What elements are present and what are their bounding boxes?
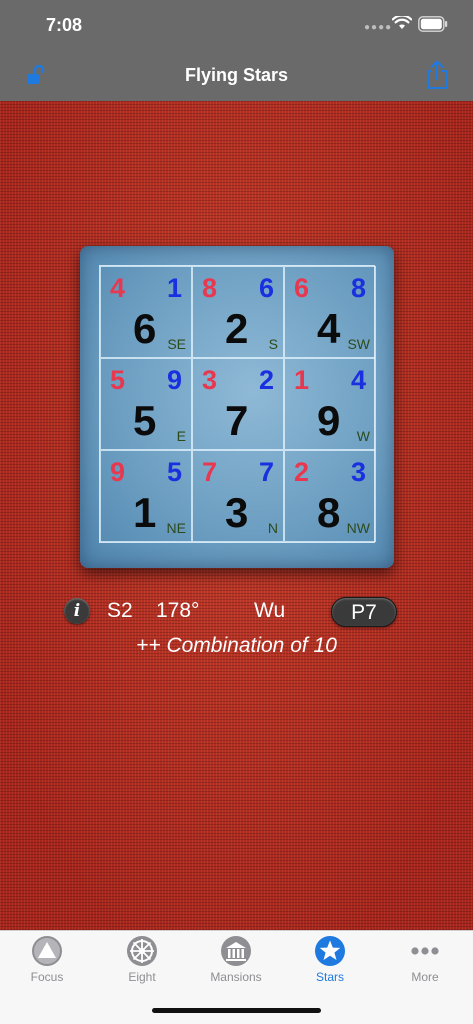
water-star: 7 [258,457,274,487]
mountain-star: 2 [294,457,310,487]
tab-label: Stars [315,970,344,984]
palace-w[interactable]: 1 4 9 W [284,358,376,450]
degree-label: 178° [156,599,200,622]
tab-eight[interactable]: Eight [95,931,189,991]
water-star: 8 [350,273,366,303]
status-time: 7:08 [46,15,83,35]
mountain-star: 7 [202,457,218,487]
tab-label: More [411,970,439,984]
flying-stars-chart: 4 1 6 SE 8 6 2 S 6 8 4 SW 5 9 5 E 3 2 7 [80,246,394,568]
period-button[interactable]: P7 [331,597,397,627]
water-star: 5 [166,457,182,487]
water-star: 1 [166,273,182,303]
period-star: 1 [133,489,157,536]
water-star: 4 [350,365,366,395]
mountain-name-label: Wu [254,599,286,622]
palace-se[interactable]: 4 1 6 SE [100,266,192,358]
mountain-star: 1 [294,365,310,395]
water-star: 3 [350,457,366,487]
water-star: 9 [166,365,182,395]
period-star: 6 [133,305,157,352]
tab-label: Focus [30,970,64,984]
palace-nw[interactable]: 2 3 8 NW [284,450,376,542]
mountain-star: 9 [110,457,126,487]
tab-mansions[interactable]: Mansions [189,931,283,991]
palace-e[interactable]: 5 9 5 E [100,358,192,450]
wifi-icon [392,16,412,29]
page-title: Flying Stars [184,65,289,85]
tab-label: Mansions [210,970,262,984]
period-star: 5 [133,397,157,444]
focus-icon [32,936,62,966]
palace-center[interactable]: 3 2 7 [192,358,284,450]
direction-label: S [268,336,278,352]
combination-text: ++ Combination of 10 [136,634,337,657]
direction-label: W [356,428,370,444]
direction-label: NE [166,520,186,536]
mountain-star: 5 [110,365,126,395]
tab-more[interactable]: More [378,931,472,991]
mountain-star: 8 [202,273,218,303]
period-star: 7 [225,397,249,444]
palace-ne[interactable]: 9 5 1 NE [100,450,192,542]
period-star: 3 [225,489,249,536]
period-star: 9 [317,397,341,444]
star-grid: 4 1 6 SE 8 6 2 S 6 8 4 SW 5 9 5 E 3 2 7 [99,265,376,543]
palace-sw[interactable]: 6 8 4 SW [284,266,376,358]
info-icon[interactable]: i [64,598,90,624]
direction-label: SE [167,336,186,352]
home-indicator [152,1008,321,1013]
palace-n[interactable]: 7 7 3 N [192,450,284,542]
water-star: 6 [258,273,274,303]
eight-icon [127,936,157,966]
mountain-star: 3 [202,365,218,395]
battery-icon [418,16,448,32]
direction-label: SW [347,336,370,352]
period-star: 8 [317,489,341,536]
period-star: 2 [225,305,249,352]
navigation-bar: 7:08 ●●●● Flying Stars [0,0,473,101]
tab-label: Eight [128,970,156,984]
tab-focus[interactable]: Focus [0,931,94,991]
direction-label: N [267,520,278,536]
period-star: 4 [317,305,341,352]
mountain-star: 6 [294,273,310,303]
water-star: 2 [258,365,274,395]
share-icon[interactable] [424,60,450,90]
direction-label: NW [346,520,370,536]
direction-label: E [176,428,186,444]
mountain-star: 4 [110,273,126,303]
signal-icon: ●●●● [364,22,393,33]
stars-icon [315,936,345,966]
mansions-icon [221,936,251,966]
tab-stars[interactable]: Stars [283,931,377,991]
more-icon [411,947,439,955]
sector-label: S2 [107,599,133,622]
palace-s[interactable]: 8 6 2 S [192,266,284,358]
